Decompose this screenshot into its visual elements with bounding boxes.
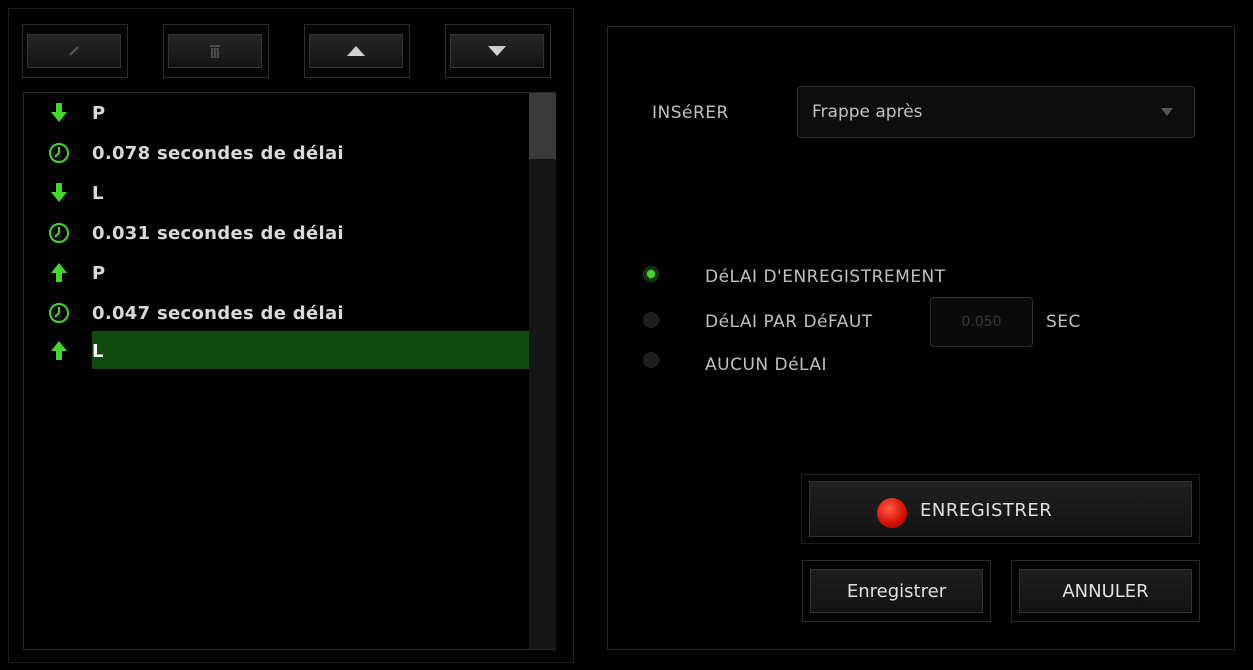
list-item[interactable]: 0.047 secondes de délai <box>24 293 529 331</box>
radio-no-delay[interactable] <box>643 352 659 368</box>
list-item-label: P <box>92 263 106 284</box>
record-button-label: ENREGISTRER <box>920 500 1053 521</box>
list-item[interactable]: P <box>24 93 529 131</box>
key-up-arrow-icon <box>51 263 67 282</box>
save-button-frame: Enregistrer <box>802 560 991 622</box>
no-delay-label: AUCUN DéLAI <box>705 355 828 375</box>
record-button[interactable]: ENREGISTRER <box>809 481 1192 537</box>
cancel-button-frame: ANNULER <box>1011 560 1200 622</box>
list-scrollbar[interactable] <box>529 93 556 649</box>
key-down-arrow-icon <box>51 183 67 202</box>
list-item-label: L <box>92 341 104 362</box>
radio-record-delay[interactable] <box>643 266 659 282</box>
delete-button[interactable] <box>163 24 269 78</box>
record-dot-icon <box>877 498 907 528</box>
record-button-frame: ENREGISTRER <box>801 474 1200 544</box>
list-item[interactable]: P <box>24 253 529 291</box>
chevron-down-icon <box>1161 108 1173 116</box>
scrollbar-thumb[interactable] <box>529 93 556 159</box>
key-down-arrow-icon <box>51 103 67 122</box>
record-delay-label: DéLAI D'ENREGISTREMENT <box>705 267 946 287</box>
default-delay-label: DéLAI PAR DéFAUT <box>705 312 873 332</box>
arrow-up-icon <box>347 46 365 56</box>
macro-list[interactable]: P 0.078 secondes de délai L 0.031 second… <box>23 92 556 650</box>
insert-dropdown[interactable]: Frappe après <box>797 86 1195 138</box>
list-item-label: P <box>92 103 106 124</box>
radio-default-delay[interactable] <box>643 312 659 328</box>
save-button[interactable]: Enregistrer <box>810 569 983 613</box>
clock-icon <box>49 303 69 323</box>
selection-highlight <box>92 331 529 369</box>
move-down-button[interactable] <box>445 24 551 78</box>
list-item[interactable]: L <box>24 173 529 211</box>
list-item-label: L <box>92 183 104 204</box>
insert-dropdown-value: Frappe après <box>812 102 923 122</box>
seconds-unit-label: SEC <box>1046 312 1081 332</box>
arrow-down-icon <box>488 46 506 56</box>
clock-icon <box>49 143 69 163</box>
list-item-label: 0.031 secondes de délai <box>92 223 344 244</box>
list-item[interactable]: 0.078 secondes de délai <box>24 133 529 171</box>
pencil-icon <box>69 46 79 56</box>
insert-label: INSéRER <box>652 103 729 123</box>
edit-button[interactable] <box>22 24 128 78</box>
default-delay-input[interactable]: 0.050 <box>930 297 1033 347</box>
list-item[interactable]: 0.031 secondes de délai <box>24 213 529 251</box>
list-item-label: 0.047 secondes de délai <box>92 303 344 324</box>
clock-icon <box>49 223 69 243</box>
list-item-selected[interactable]: L <box>24 331 529 369</box>
cancel-button[interactable]: ANNULER <box>1019 569 1192 613</box>
list-item-label: 0.078 secondes de délai <box>92 143 344 164</box>
key-up-arrow-icon <box>51 341 67 360</box>
trash-icon <box>210 45 220 58</box>
move-up-button[interactable] <box>304 24 410 78</box>
